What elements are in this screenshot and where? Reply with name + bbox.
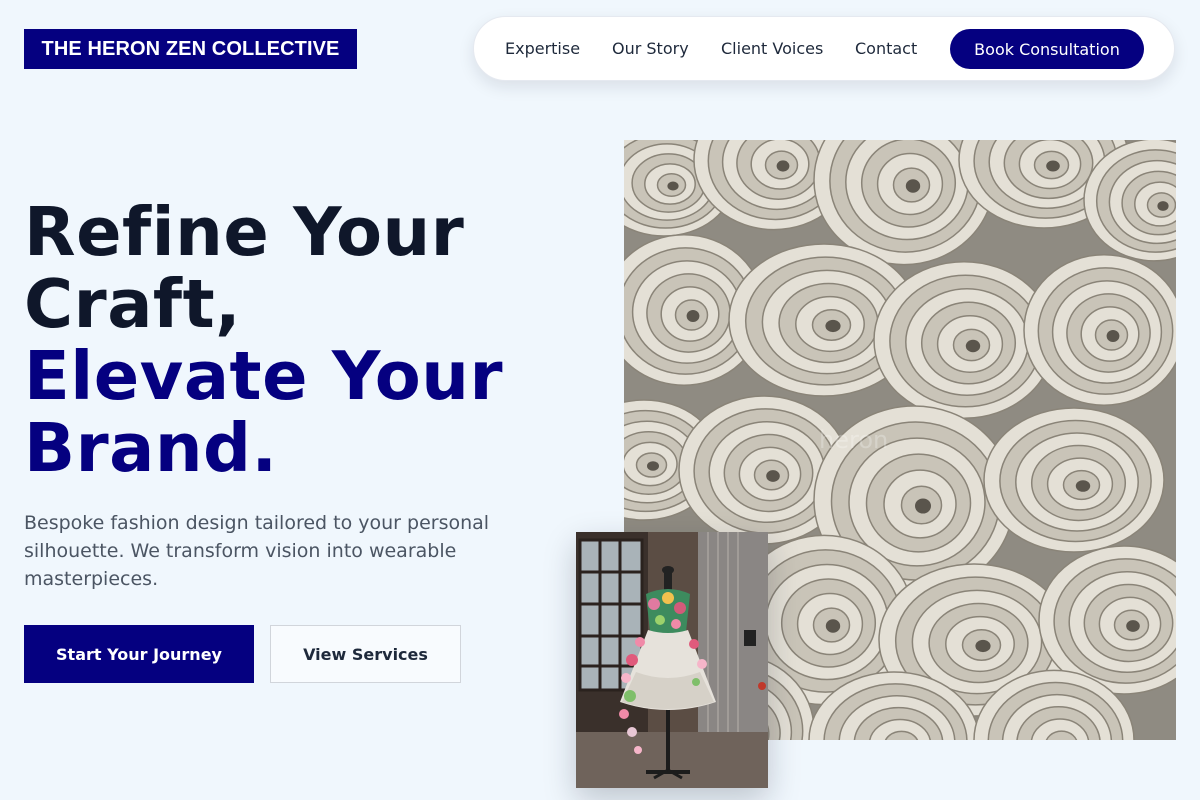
nav-link-expertise[interactable]: Expertise [505, 17, 580, 80]
floral-dress-image [576, 532, 768, 788]
headline-line-2: Craft, [24, 265, 242, 343]
fabric-roll [1023, 254, 1176, 406]
nav-link-our-story[interactable]: Our Story [612, 17, 689, 80]
view-services-button[interactable]: View Services [270, 625, 461, 683]
book-consultation-button[interactable]: Book Consultation [950, 29, 1144, 69]
brand-logo[interactable]: THE HERON ZEN COLLECTIVE [24, 29, 357, 69]
image-watermark: heron [819, 426, 888, 454]
start-journey-button[interactable]: Start Your Journey [24, 625, 254, 683]
fabric-roll [983, 407, 1165, 553]
nav-link-contact[interactable]: Contact [855, 17, 917, 80]
headline-line-1: Refine Your [24, 193, 465, 271]
main-nav: Expertise Our Story Client Voices Contac… [473, 16, 1175, 81]
headline-accent-line-2: Brand. [24, 409, 278, 487]
hero-headline: Refine Your Craft, Elevate Your Brand. [24, 196, 614, 484]
headline-accent-line-1: Elevate Your [24, 337, 503, 415]
hero-subcopy: Bespoke fashion design tailored to your … [24, 512, 490, 590]
floral-dress-illustration [576, 532, 768, 788]
nav-link-client-voices[interactable]: Client Voices [721, 17, 823, 80]
